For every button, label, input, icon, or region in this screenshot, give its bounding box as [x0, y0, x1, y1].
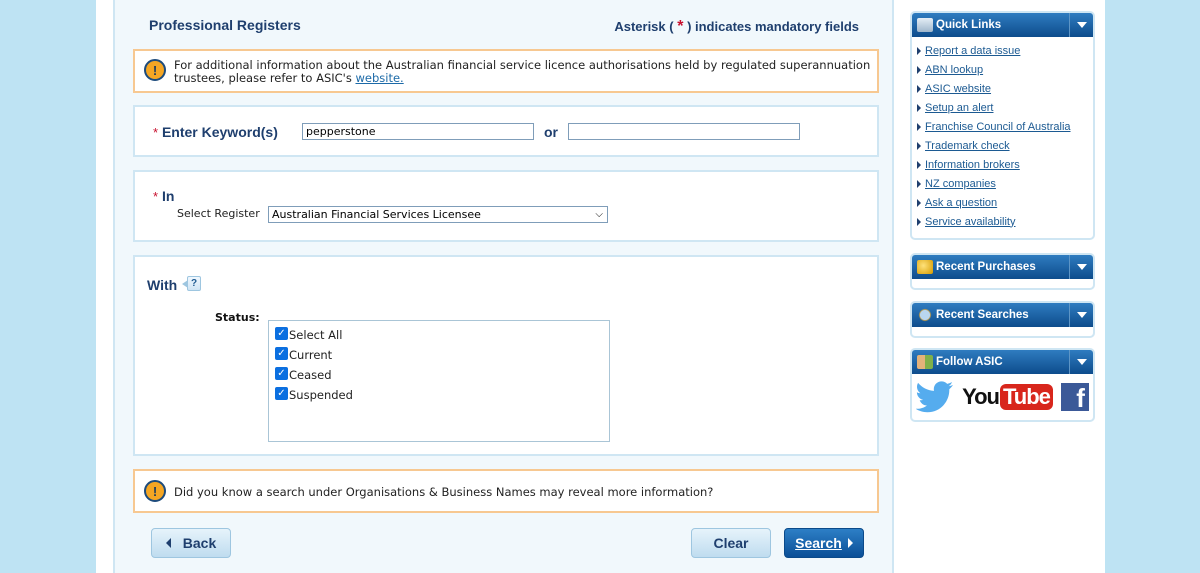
quick-link-item[interactable]: Franchise Council of Australia [917, 117, 1093, 136]
chevron-down-icon: ⌵ [595, 209, 603, 220]
quick-link-item[interactable]: Report a data issue [917, 41, 1093, 60]
recent-searches-widget: Recent Searches [910, 301, 1095, 338]
help-icon[interactable]: ? [182, 276, 201, 291]
select-register-label: Select Register [177, 207, 260, 220]
info-notice: ! For additional information about the A… [133, 49, 879, 93]
main-content: Professional Registers Asterisk ( * ) in… [113, 0, 894, 573]
quick-link-item[interactable]: ABN lookup [917, 60, 1093, 79]
magnifier-icon [917, 308, 933, 322]
bullet-arrow-icon [917, 84, 921, 93]
bullet-arrow-icon [917, 46, 921, 55]
dropdown-toggle-icon[interactable] [1069, 255, 1093, 279]
or-label: or [544, 124, 558, 140]
bullet-arrow-icon [917, 160, 921, 169]
bullet-arrow-icon [917, 141, 921, 150]
quick-link-item[interactable]: Information brokers [917, 155, 1093, 174]
recent-purchases-header[interactable]: Recent Purchases [912, 255, 1093, 279]
tip-notice: ! Did you know a search under Organisati… [133, 469, 879, 513]
coins-icon [917, 260, 933, 274]
quick-links-list: Report a data issue ABN lookup ASIC webs… [912, 37, 1093, 233]
warning-icon: ! [144, 59, 166, 81]
checkbox-checked-icon[interactable]: ✓ [275, 366, 288, 380]
dropdown-toggle-icon[interactable] [1069, 350, 1093, 374]
quick-link-item[interactable]: Trademark check [917, 136, 1093, 155]
quick-links-header[interactable]: Quick Links [912, 13, 1093, 37]
arrow-left-icon [165, 538, 171, 548]
quick-links-widget: Quick Links Report a data issue ABN look… [910, 11, 1095, 240]
page-title: Professional Registers [149, 17, 301, 33]
bullet-arrow-icon [917, 217, 921, 226]
bullet-arrow-icon [917, 65, 921, 74]
clear-button[interactable]: Clear [691, 528, 771, 558]
bullet-arrow-icon [917, 103, 921, 112]
quick-link-item[interactable]: Setup an alert [917, 98, 1093, 117]
status-panel: With ? Status: ✓ Select All ✓ Current ✓ … [133, 255, 879, 456]
keyword-label: * Enter Keyword(s) [153, 124, 278, 140]
quick-link-item[interactable]: ASIC website [917, 79, 1093, 98]
search-button[interactable]: Search [784, 528, 864, 558]
status-option-select-all[interactable]: ✓ Select All [275, 326, 342, 344]
recent-purchases-widget: Recent Purchases [910, 253, 1095, 290]
register-panel: * In Select Register Australian Financia… [133, 170, 879, 242]
quick-link-item[interactable]: NZ companies [917, 174, 1093, 193]
youtube-icon[interactable]: You Tube [962, 384, 1053, 410]
link-icon [917, 18, 933, 32]
checkbox-checked-icon[interactable]: ✓ [275, 386, 288, 400]
status-option-current[interactable]: ✓ Current [275, 346, 332, 364]
status-label: Status: [215, 311, 260, 324]
mandatory-fields-note: Asterisk ( * ) indicates mandatory field… [614, 18, 859, 35]
status-checkbox-list: ✓ Select All ✓ Current ✓ Ceased ✓ Suspen… [268, 320, 610, 442]
keyword-panel: * Enter Keyword(s) pepperstone or [133, 105, 879, 157]
keyword-input-2[interactable] [568, 123, 800, 140]
recent-searches-header[interactable]: Recent Searches [912, 303, 1093, 327]
keyword-input-1[interactable]: pepperstone [302, 123, 534, 140]
status-option-suspended[interactable]: ✓ Suspended [275, 386, 353, 404]
follow-asic-widget: Follow ASIC You Tube f [910, 348, 1095, 422]
back-button[interactable]: Back [151, 528, 231, 558]
register-select[interactable]: Australian Financial Services Licensee ⌵ [268, 206, 608, 223]
required-asterisk: * [677, 18, 684, 35]
bullet-arrow-icon [917, 122, 921, 131]
quick-link-item[interactable]: Ask a question [917, 193, 1093, 212]
status-option-ceased[interactable]: ✓ Ceased [275, 366, 332, 384]
in-label: * In [153, 188, 175, 204]
follow-asic-header[interactable]: Follow ASIC [912, 350, 1093, 374]
dropdown-toggle-icon[interactable] [1069, 13, 1093, 37]
arrow-right-icon [847, 538, 853, 548]
checkbox-checked-icon[interactable]: ✓ [275, 326, 288, 340]
warning-icon: ! [144, 480, 166, 502]
people-icon [917, 355, 933, 369]
checkbox-checked-icon[interactable]: ✓ [275, 346, 288, 360]
dropdown-toggle-icon[interactable] [1069, 303, 1093, 327]
social-links: You Tube f [912, 374, 1093, 420]
quick-link-item[interactable]: Service availability [917, 212, 1093, 231]
bullet-arrow-icon [917, 179, 921, 188]
twitter-icon[interactable] [916, 381, 954, 413]
bullet-arrow-icon [917, 198, 921, 207]
asic-website-link[interactable]: website. [355, 71, 403, 85]
with-label: With [147, 277, 178, 293]
facebook-icon[interactable]: f [1060, 383, 1089, 411]
